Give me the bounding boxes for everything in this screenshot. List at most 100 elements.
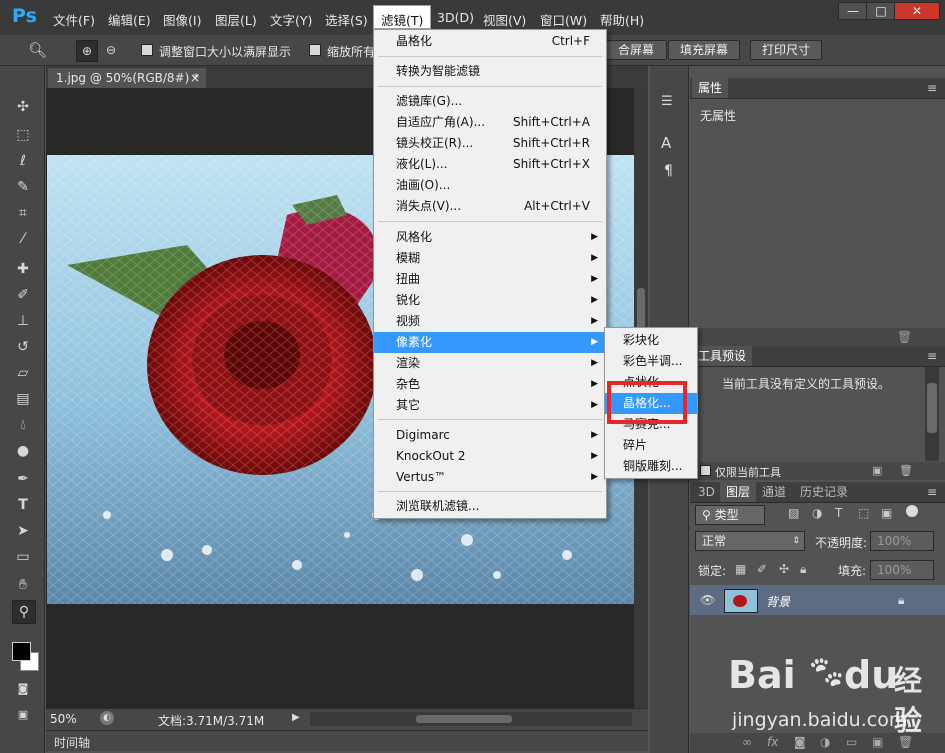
marquee-tool-icon[interactable]: ⬚ <box>12 124 34 146</box>
menu-item-vertus[interactable]: Vertus™ ▶ <box>374 467 606 488</box>
filter-toggle-icon[interactable] <box>906 505 918 517</box>
horizontal-scroll-thumb[interactable] <box>416 715 512 723</box>
timeline-panel-tab[interactable]: 时间轴 <box>46 730 648 751</box>
filter-shape-icon[interactable]: ⬚ <box>858 506 869 520</box>
foreground-color-swatch-top[interactable] <box>12 642 31 661</box>
filter-adjust-icon[interactable]: ◑ <box>812 506 822 520</box>
tool-presets-menu-icon[interactable]: ≡ <box>927 346 937 366</box>
pen-tool-icon[interactable]: ✒ <box>12 468 34 490</box>
menu-item-noise[interactable]: 杂色 ▶ <box>374 374 606 395</box>
zoom-level[interactable]: 50% <box>50 712 77 726</box>
submenu-item-fragment[interactable]: 碎片 <box>605 435 697 456</box>
properties-panel-menu-icon[interactable]: ≡ <box>927 78 937 98</box>
filter-smart-icon[interactable]: ▣ <box>881 506 892 520</box>
submenu-item-color-halftone[interactable]: 彩色半调... <box>605 351 697 372</box>
move-tool-icon[interactable]: ✣ <box>12 96 34 118</box>
eyedropper-tool-icon[interactable]: ⁄ <box>12 228 34 250</box>
lock-pixels-icon[interactable]: ✐ <box>757 562 767 576</box>
document-tab[interactable]: 1.jpg @ 50%(RGB/8#) * × <box>48 68 206 88</box>
tool-presets-tab[interactable]: 工具预设 <box>692 346 753 366</box>
close-window-button[interactable]: ✕ <box>894 2 940 20</box>
menu-item-distort[interactable]: 扭曲 ▶ <box>374 269 606 290</box>
tool-presets-scrollbar[interactable] <box>925 367 939 461</box>
zoom-out-icon[interactable]: ⊖ <box>101 40 121 60</box>
zoom-in-icon[interactable]: ⊕ <box>76 40 98 62</box>
zoom-tool-active-icon[interactable]: ⚲ <box>12 600 36 624</box>
fill-screen-button[interactable]: 填充屏幕 <box>668 40 740 60</box>
dodge-tool-icon[interactable]: ● <box>12 440 34 462</box>
status-options-icon[interactable]: ◐ <box>100 711 114 725</box>
horizontal-scrollbar[interactable] <box>310 712 632 726</box>
crop-tool-icon[interactable]: ⌗ <box>12 202 34 224</box>
menu-item-convert-smart-filter[interactable]: 转换为智能滤镜 <box>374 61 606 82</box>
tab-history[interactable]: 历史记录 <box>794 482 854 502</box>
delete-preset-icon[interactable]: 🗑︎ <box>899 464 913 477</box>
stamp-tool-icon[interactable]: ⊥ <box>12 310 34 332</box>
menu-item-liquify[interactable]: 液化(L)... Shift+Ctrl+X <box>374 154 606 175</box>
filter-type-icon[interactable]: T <box>835 506 842 520</box>
properties-tab[interactable]: 属性 <box>692 78 729 98</box>
minimize-button[interactable]: — <box>838 2 868 20</box>
menu-item-vanishing-point[interactable]: 消失点(V)... Alt+Ctrl+V <box>374 196 606 217</box>
maximize-button[interactable]: □ <box>866 2 896 20</box>
menu-item-browse-online[interactable]: 浏览联机滤镜... <box>374 496 606 517</box>
menu-window[interactable]: 窗口(W) <box>540 10 587 29</box>
menu-view[interactable]: 视图(V) <box>483 10 526 29</box>
menu-item-lens-correction[interactable]: 镜头校正(R)... Shift+Ctrl+R <box>374 133 606 154</box>
tool-presets-scroll-thumb[interactable] <box>927 383 937 433</box>
fit-screen-button[interactable]: 合屏幕 <box>605 40 667 60</box>
zoom-all-checkbox[interactable] <box>309 44 321 56</box>
hand-tool-icon[interactable]: ✋︎ <box>12 574 34 596</box>
close-tab-icon[interactable]: × <box>190 68 200 88</box>
menu-item-last-filter[interactable]: 晶格化 Ctrl+F <box>374 31 606 52</box>
properties-delete-icon[interactable]: 🗑︎ <box>897 330 912 344</box>
filter-pixel-icon[interactable]: ▨ <box>788 506 799 520</box>
menu-item-pixelate[interactable]: 像素化 ▶ <box>374 332 606 353</box>
history-brush-tool-icon[interactable]: ↺ <box>12 336 34 358</box>
menu-item-render[interactable]: 渲染 ▶ <box>374 353 606 374</box>
menu-item-blur[interactable]: 模糊 ▶ <box>374 248 606 269</box>
quick-select-tool-icon[interactable]: ✎ <box>12 176 34 198</box>
eraser-tool-icon[interactable]: ▱ <box>12 362 34 384</box>
screen-mode-icon[interactable]: ▣ <box>12 704 34 726</box>
visibility-eye-icon[interactable]: 👁︎ <box>700 593 715 607</box>
path-select-tool-icon[interactable]: ➤ <box>12 520 34 542</box>
menu-type[interactable]: 文字(Y) <box>270 10 312 29</box>
lock-transparent-icon[interactable]: ▦ <box>735 562 746 576</box>
quick-mask-icon[interactable]: ◙ <box>12 678 34 700</box>
lasso-tool-icon[interactable]: ℓ <box>12 150 34 172</box>
gradient-tool-icon[interactable]: ▤ <box>12 388 34 410</box>
menu-item-stylize[interactable]: 风格化 ▶ <box>374 227 606 248</box>
blend-mode-select[interactable]: 正常 ⇕ <box>695 531 805 551</box>
lock-position-icon[interactable]: ✣ <box>779 562 789 576</box>
tab-3d[interactable]: 3D <box>692 482 721 502</box>
lock-all-icon[interactable]: 🔒︎ <box>800 562 806 577</box>
healing-tool-icon[interactable]: ✚ <box>12 258 34 280</box>
history-panel-icon[interactable]: ☰ <box>661 94 673 109</box>
menu-select[interactable]: 选择(S) <box>325 10 368 29</box>
shape-tool-icon[interactable]: ▭ <box>12 546 34 568</box>
resize-windows-checkbox[interactable] <box>141 44 153 56</box>
layers-panel-menu-icon[interactable]: ≡ <box>927 482 937 502</box>
menu-item-other[interactable]: 其它 ▶ <box>374 395 606 416</box>
menu-help[interactable]: 帮助(H) <box>600 10 644 29</box>
menu-item-adaptive-wide-angle[interactable]: 自适应广角(A)... Shift+Ctrl+A <box>374 112 606 133</box>
layer-name[interactable]: 背景 <box>766 593 790 610</box>
menu-filter[interactable]: 滤镜(T) <box>381 10 423 29</box>
menu-item-filter-gallery[interactable]: 滤镜库(G)... <box>374 91 606 112</box>
paragraph-panel-icon[interactable]: ¶ <box>664 163 673 179</box>
fill-input[interactable]: 100% <box>870 560 934 580</box>
blur-tool-icon[interactable]: 💧︎ <box>12 414 34 436</box>
new-preset-icon[interactable]: ▣ <box>872 464 882 477</box>
menu-layer[interactable]: 图层(L) <box>215 10 257 29</box>
type-tool-icon[interactable]: T <box>12 494 34 516</box>
current-tool-only-checkbox[interactable] <box>700 465 711 476</box>
menu-item-sharpen[interactable]: 锐化 ▶ <box>374 290 606 311</box>
menu-item-digimarc[interactable]: Digimarc ▶ <box>374 425 606 446</box>
opacity-input[interactable]: 100% <box>870 531 934 551</box>
tab-layers[interactable]: 图层 <box>720 482 757 502</box>
tab-channels[interactable]: 通道 <box>756 482 792 502</box>
menu-item-knockout[interactable]: KnockOut 2 ▶ <box>374 446 606 467</box>
menu-3d[interactable]: 3D(D) <box>437 10 474 25</box>
submenu-item-facet[interactable]: 彩块化 <box>605 330 697 351</box>
